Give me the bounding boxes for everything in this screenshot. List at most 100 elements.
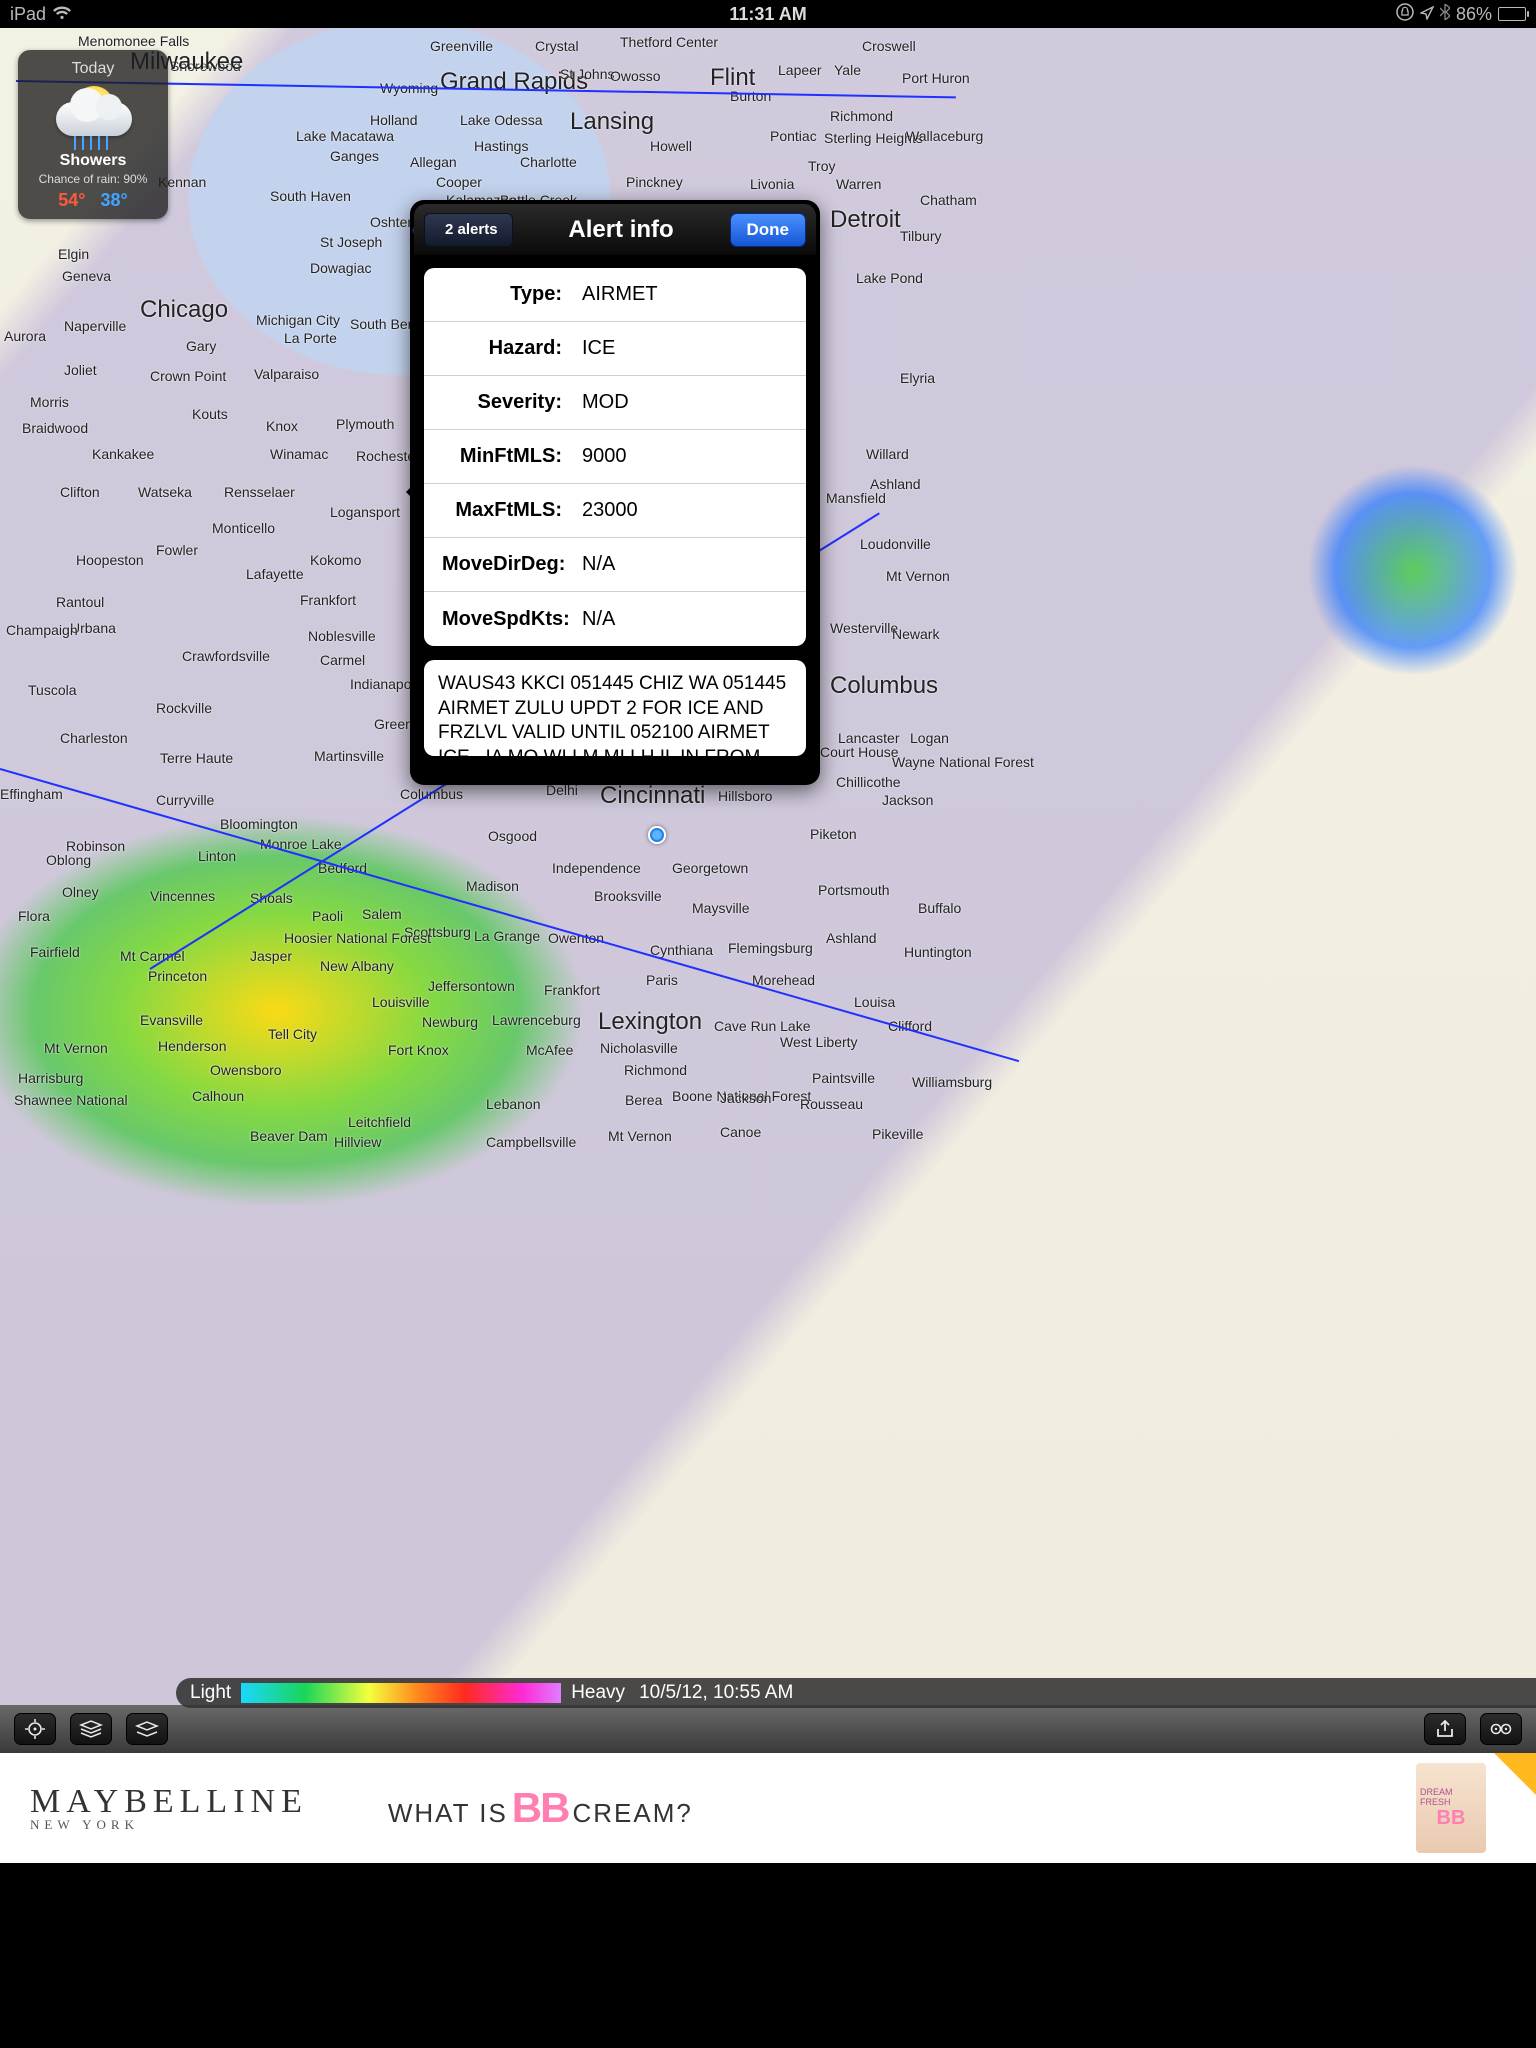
- map-city-label: Maysville: [692, 900, 750, 916]
- map-city-label: Independence: [552, 860, 641, 876]
- map-city-label: Rockville: [156, 700, 212, 716]
- map-city-label: Tell City: [268, 1026, 317, 1042]
- alert-field-key: MoveSpdKts:: [442, 608, 582, 631]
- map-city-label: Carmel: [320, 652, 365, 668]
- map-city-label: Warren: [836, 176, 881, 192]
- temp-low: 38°: [101, 190, 128, 210]
- alert-field-row: Severity:MOD: [424, 376, 806, 430]
- map-toolbar: [0, 1705, 1536, 1753]
- map-city-label: Beaver Dam: [250, 1128, 328, 1144]
- map-city-label: Watseka: [138, 484, 192, 500]
- map-city-label: Lake Macatawa: [296, 128, 394, 144]
- map-city-label: Lexington: [598, 1008, 702, 1036]
- map-city-label: Tilbury: [900, 228, 942, 244]
- alert-field-value: N/A: [582, 608, 615, 631]
- map-city-label: Curryville: [156, 792, 214, 808]
- map-city-label: Bloomington: [220, 816, 298, 832]
- map-city-label: Tuscola: [28, 682, 77, 698]
- map-city-label: Howell: [650, 138, 692, 154]
- map-city-label: Rensselaer: [224, 484, 295, 500]
- radar-timestamp: 10/5/12, 10:55 AM: [639, 1682, 793, 1704]
- map-city-label: Livonia: [750, 176, 794, 192]
- map-city-label: Rousseau: [800, 1096, 863, 1112]
- map-city-label: Pikeville: [872, 1126, 923, 1142]
- layers-stack-button[interactable]: [70, 1713, 112, 1745]
- alert-fields-card: Type:AIRMETHazard:ICESeverity:MODMinFtML…: [424, 268, 806, 646]
- layers-outline-button[interactable]: [126, 1713, 168, 1745]
- map-city-label: Piketon: [810, 826, 857, 842]
- map-city-label: Salem: [362, 906, 402, 922]
- ad-fold-corner[interactable]: [1494, 1753, 1536, 1795]
- done-label: Done: [747, 220, 790, 240]
- map-city-label: Detroit: [830, 206, 901, 234]
- map-city-label: Mt Vernon: [886, 568, 950, 584]
- map-city-label: Elgin: [58, 246, 89, 262]
- map-city-label: Henderson: [158, 1038, 227, 1054]
- map-city-label: Berea: [625, 1092, 662, 1108]
- map-city-label: Hastings: [474, 138, 528, 154]
- map-city-label: Flemingsburg: [728, 940, 813, 956]
- map-city-label: Plymouth: [336, 416, 394, 432]
- map-city-label: Lake Odessa: [460, 112, 543, 128]
- map-city-label: Terre Haute: [160, 750, 233, 766]
- map-city-label: Cincinnati: [600, 782, 705, 810]
- map-city-label: Chatham: [920, 192, 977, 208]
- map-city-label: Canoe: [720, 1124, 761, 1140]
- map-city-label: Menomonee Falls: [78, 33, 189, 49]
- back-alerts-button[interactable]: 2 alerts: [424, 213, 513, 247]
- map-city-label: Kouts: [192, 406, 228, 422]
- temp-high: 54°: [58, 190, 85, 210]
- map-city-label: Jeffersontown: [428, 978, 515, 994]
- orientation-lock-icon: [1396, 3, 1414, 26]
- map-city-label: Clifton: [60, 484, 100, 500]
- today-title: Today: [26, 60, 160, 78]
- today-forecast-widget[interactable]: Today Showers Chance of rain: 90% 54° 38…: [18, 50, 168, 219]
- share-button[interactable]: [1424, 1713, 1466, 1745]
- map-city-label: Fort Knox: [388, 1042, 449, 1058]
- map-city-label: Michigan City: [256, 312, 340, 328]
- map-city-label: Westerville: [830, 620, 898, 636]
- alert-field-row: MaxFtMLS:23000: [424, 484, 806, 538]
- alert-field-row: MoveSpdKts:N/A: [424, 592, 806, 646]
- map-city-label: Evansville: [140, 1012, 203, 1028]
- map-city-label: Georgetown: [672, 860, 748, 876]
- map-city-label: Winamac: [270, 446, 328, 462]
- done-button[interactable]: Done: [730, 213, 807, 247]
- map-city-label: West Liberty: [780, 1034, 858, 1050]
- map-city-label: Jasper: [250, 948, 292, 964]
- map-city-label: Crawfordsville: [182, 648, 270, 664]
- map-city-label: Holland: [370, 112, 417, 128]
- map-city-label: Flora: [18, 908, 50, 924]
- map-city-label: Dowagiac: [310, 260, 371, 276]
- map-city-label: Croswell: [862, 38, 916, 54]
- map-city-label: Owosso: [610, 68, 661, 84]
- map-city-label: Morris: [30, 394, 69, 410]
- map-city-label: New Albany: [320, 958, 394, 974]
- alert-info-popover: 2 alerts Alert info Done Type:AIRMETHaza…: [410, 200, 820, 785]
- map-city-label: Crystal: [535, 38, 579, 54]
- alert-field-value: 23000: [582, 499, 638, 522]
- map-city-label: Portsmouth: [818, 882, 890, 898]
- ad-prod-bb: BB: [1437, 1807, 1466, 1830]
- map-city-label: Madison: [466, 878, 519, 894]
- alert-field-key: Type:: [442, 283, 582, 306]
- map-city-label: La Grange: [474, 928, 540, 944]
- map-city-label: South Haven: [270, 188, 351, 204]
- settings-button[interactable]: [1480, 1713, 1522, 1745]
- locate-button[interactable]: [14, 1713, 56, 1745]
- ad-banner[interactable]: MAYBELLINE NEW YORK WHAT IS BB CREAM? DR…: [0, 1753, 1536, 1863]
- map-city-label: Owensboro: [210, 1062, 282, 1078]
- battery-pct: 86%: [1456, 4, 1492, 25]
- map-city-label: St Johns: [560, 66, 614, 82]
- map-city-label: Lebanon: [486, 1096, 541, 1112]
- map-city-label: Frankfort: [300, 592, 356, 608]
- alert-field-row: Hazard:ICE: [424, 322, 806, 376]
- map-city-label: Pontiac: [770, 128, 817, 144]
- map-city-label: Leitchfield: [348, 1114, 411, 1130]
- map-city-label: Jackson: [720, 1090, 771, 1106]
- alert-field-row: MinFtMLS:9000: [424, 430, 806, 484]
- map-city-label: Wallaceburg: [906, 128, 983, 144]
- map-city-label: Nicholasville: [600, 1040, 678, 1056]
- ad-prod-top: DREAM FRESH: [1420, 1787, 1482, 1807]
- bluetooth-icon: [1440, 4, 1450, 25]
